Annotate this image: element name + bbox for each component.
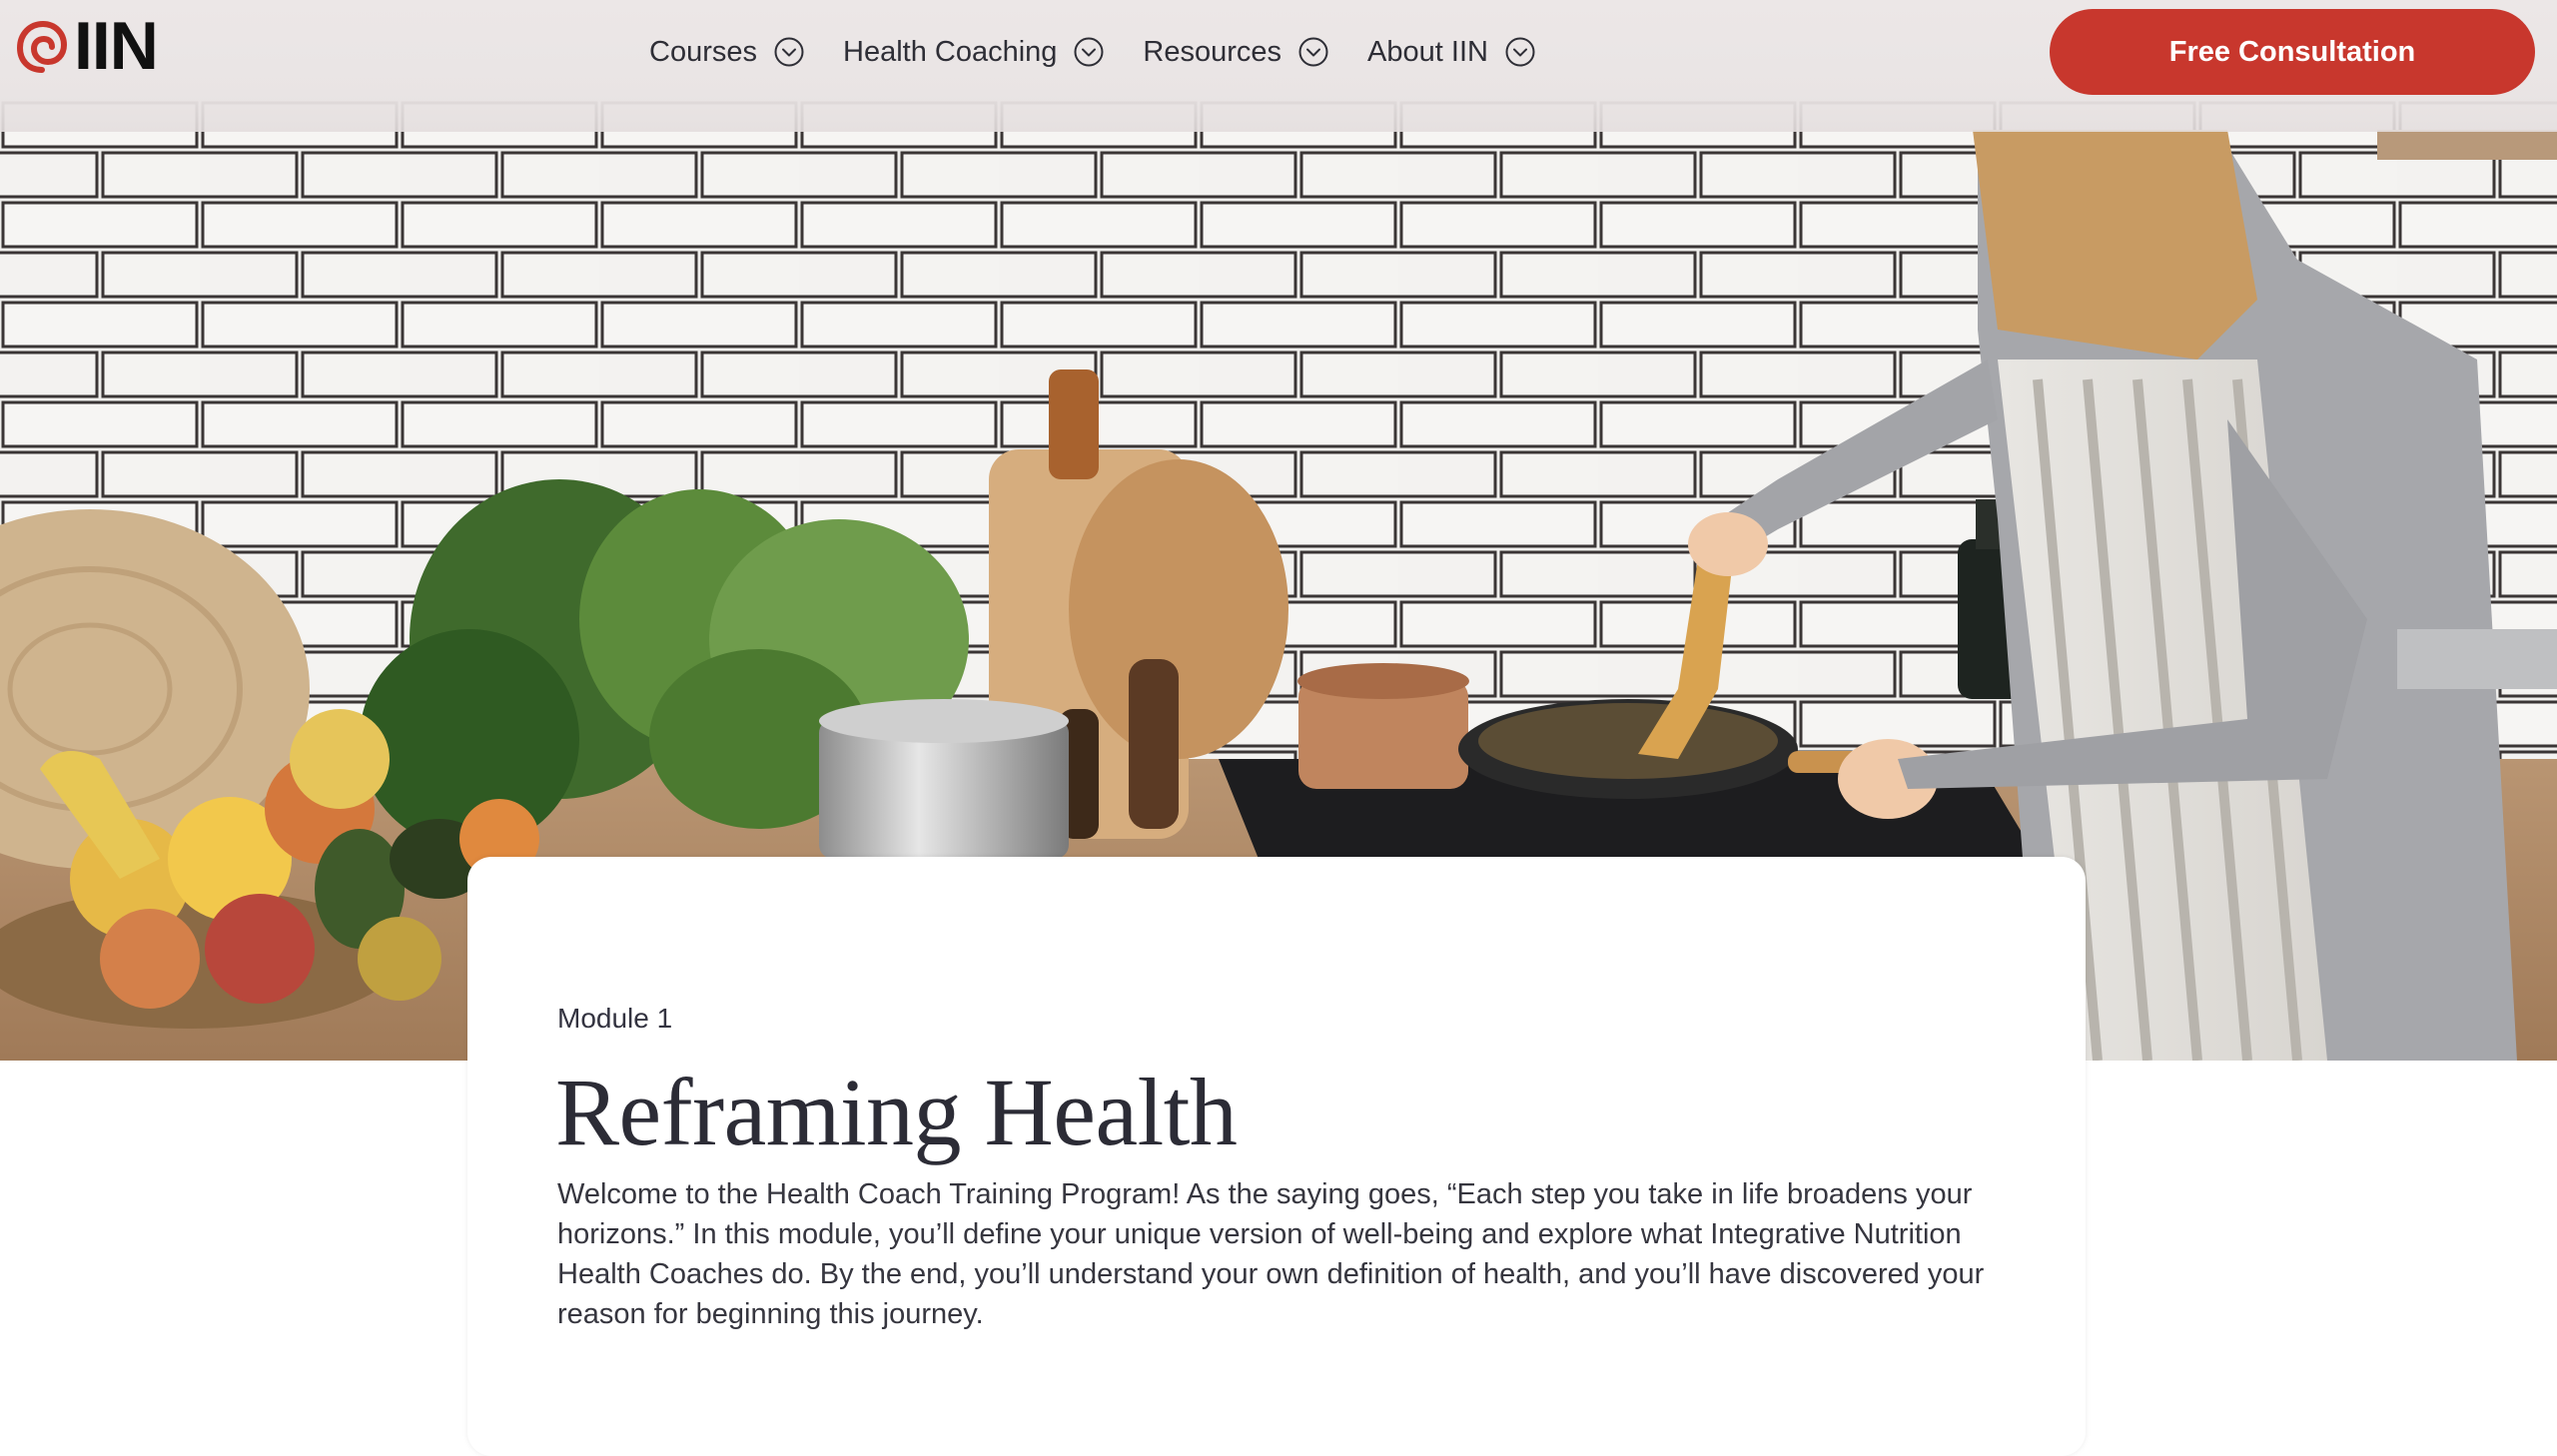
nav-label: About IIN <box>1367 35 1488 68</box>
nav-label: Courses <box>649 35 757 68</box>
chevron-down-circle-icon <box>1074 37 1104 67</box>
swirl-logo-icon <box>16 20 68 73</box>
module-label: Module 1 <box>557 1003 673 1034</box>
nav-item-about-iin[interactable]: About IIN <box>1367 26 1536 78</box>
chevron-down-circle-icon <box>1505 37 1535 67</box>
module-title: Reframing Health <box>555 1059 1238 1165</box>
main-nav: Courses Health Coaching Resources About … <box>649 26 1574 78</box>
nav-item-courses[interactable]: Courses <box>649 26 805 78</box>
nav-label: Resources <box>1143 35 1282 68</box>
nav-label: Health Coaching <box>843 35 1058 68</box>
chevron-down-circle-icon <box>1298 37 1328 67</box>
free-consultation-button[interactable]: Free Consultation <box>2050 9 2535 95</box>
chevron-down-circle-icon <box>774 37 804 67</box>
logo-wordmark: IIN <box>74 8 159 84</box>
module-description: Welcome to the Health Coach Training Pro… <box>557 1178 1985 1330</box>
module-card: Module 1 Reframing Health Welcome to the… <box>467 857 2086 1456</box>
nav-item-health-coaching[interactable]: Health Coaching <box>843 26 1105 78</box>
site-header: IIN Courses Health Coaching Resources Ab… <box>0 0 2557 132</box>
iin-logo[interactable]: IIN <box>16 12 159 80</box>
nav-item-resources[interactable]: Resources <box>1143 26 1329 78</box>
